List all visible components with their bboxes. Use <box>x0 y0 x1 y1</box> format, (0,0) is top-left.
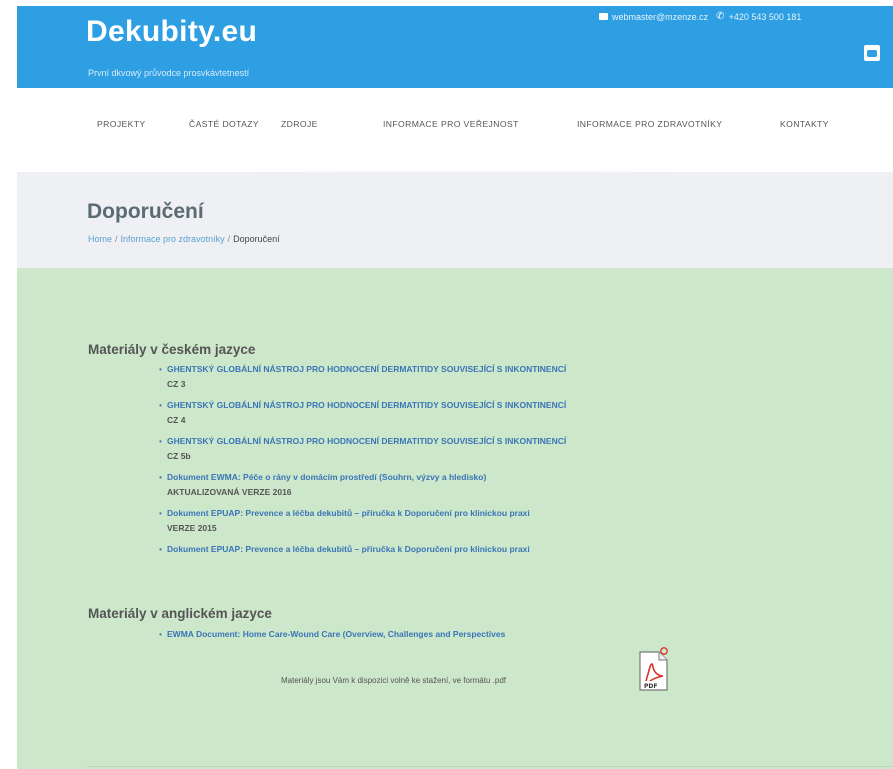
document-link[interactable]: Dokument EWMA: Péče o rány v domácím pro… <box>167 470 759 485</box>
bullet: • <box>159 544 162 554</box>
document-note: CZ 3 <box>167 379 186 389</box>
pdf-file-icon[interactable]: PDF <box>637 646 671 694</box>
breadcrumb-home[interactable]: Home <box>88 234 112 244</box>
breadcrumb: Home / Informace pro zdravotníky / Doporučen… <box>88 234 280 244</box>
bullet: • <box>159 508 162 518</box>
nav-item-informace-verejnost[interactable]: INFORMACE PRO VEŘEJNOST <box>383 119 519 129</box>
bullet: • <box>159 400 162 410</box>
list-item: • Dokument EPUAP: Prevence a léčba dekub… <box>159 506 759 536</box>
contact-phone[interactable]: +420 543 500 181 <box>729 12 802 22</box>
document-link[interactable]: Dokument EPUAP: Prevence a léčba dekubit… <box>167 506 759 521</box>
list-item: • GHENTSKÝ GLOBÁLNÍ NÁSTROJ PRO HODNOCEN… <box>159 362 759 392</box>
document-link[interactable]: EWMA Document: Home Care-Wound Care (Ove… <box>167 627 759 642</box>
english-materials-heading: Materiály v anglickém jazyce <box>88 606 272 621</box>
nav-item-zdroje[interactable]: ZDROJE <box>281 119 318 129</box>
contact-email[interactable]: webmaster@mzenze.cz <box>612 12 708 22</box>
contact-bar: webmaster@mzenze.cz ✆ +420 543 500 181 <box>599 11 801 22</box>
breadcrumb-informace[interactable]: Informace pro zdravotníky <box>121 234 225 244</box>
site-logo[interactable]: Dekubity.eu <box>86 15 257 49</box>
list-item: • GHENTSKÝ GLOBÁLNÍ NÁSTROJ PRO HODNOCEN… <box>159 398 759 428</box>
document-note: CZ 5b <box>167 451 191 461</box>
site-tagline: První dkvowý průvodce prosvkávtetnestí <box>88 68 250 78</box>
breadcrumb-separator: / <box>115 234 118 244</box>
document-link[interactable]: Dokument EPUAP: Prevence a léčba dekubit… <box>167 542 759 557</box>
bullet: • <box>159 436 162 446</box>
document-note: VERZE 2015 <box>167 523 217 533</box>
bullet: • <box>159 629 162 639</box>
mail-icon <box>599 13 608 20</box>
bullet: • <box>159 364 162 374</box>
list-item: • EWMA Document: Home Care-Wound Care (O… <box>159 627 759 642</box>
list-item: • Dokument EWMA: Péče o rány v domácím p… <box>159 470 759 500</box>
document-link[interactable]: GHENTSKÝ GLOBÁLNÍ NÁSTROJ PRO HODNOCENÍ … <box>167 362 759 377</box>
chat-button[interactable] <box>864 45 880 61</box>
document-link[interactable]: GHENTSKÝ GLOBÁLNÍ NÁSTROJ PRO HODNOCENÍ … <box>167 434 759 449</box>
breadcrumb-separator: / <box>227 234 231 244</box>
content-bottom-divider <box>87 766 893 767</box>
document-link[interactable]: GHENTSKÝ GLOBÁLNÍ NÁSTROJ PRO HODNOCENÍ … <box>167 398 759 413</box>
czech-materials-heading: Materiály v českém jazyce <box>88 342 256 357</box>
main-content: Materiály v českém jazyce • GHENTSKÝ GLO… <box>17 268 893 769</box>
site-header: Dekubity.eu První dkvowý průvodce prosvk… <box>17 6 893 88</box>
pdf-download-note: Materiály jsou Vám k dispozici volně ke … <box>281 676 506 685</box>
pdf-icon-label: PDF <box>644 683 657 690</box>
page: Dekubity.eu První dkvowý průvodce prosvk… <box>17 6 893 769</box>
document-note: CZ 4 <box>167 415 186 425</box>
page-title: Doporučení <box>87 200 204 223</box>
breadcrumb-current: Doporučení <box>233 234 280 244</box>
list-item: • Dokument EPUAP: Prevence a léčba dekub… <box>159 542 759 557</box>
english-documents-list: • EWMA Document: Home Care-Wound Care (O… <box>159 627 759 648</box>
document-note: AKTUALIZOVANÁ VERZE 2016 <box>167 487 292 497</box>
title-band: Doporučení Home / Informace pro zdravotník… <box>17 172 893 268</box>
chat-icon <box>867 49 877 57</box>
nav-item-caste-dotazy[interactable]: ČASTÉ DOTAZY <box>189 119 259 129</box>
czech-documents-list: • GHENTSKÝ GLOBÁLNÍ NÁSTROJ PRO HODNOCEN… <box>159 362 759 563</box>
bullet: • <box>159 472 162 482</box>
phone-icon: ✆ <box>716 11 725 22</box>
main-nav: PROJEKTY ČASTÉ DOTAZY ZDROJE INFORMACE P… <box>17 88 893 172</box>
nav-item-informace-zdravotniky[interactable]: INFORMACE PRO ZDRAVOTNÍKY <box>577 119 722 129</box>
list-item: • GHENTSKÝ GLOBÁLNÍ NÁSTROJ PRO HODNOCEN… <box>159 434 759 464</box>
nav-item-kontakty[interactable]: KONTAKTY <box>780 119 829 129</box>
nav-item-projekty[interactable]: PROJEKTY <box>97 119 146 129</box>
